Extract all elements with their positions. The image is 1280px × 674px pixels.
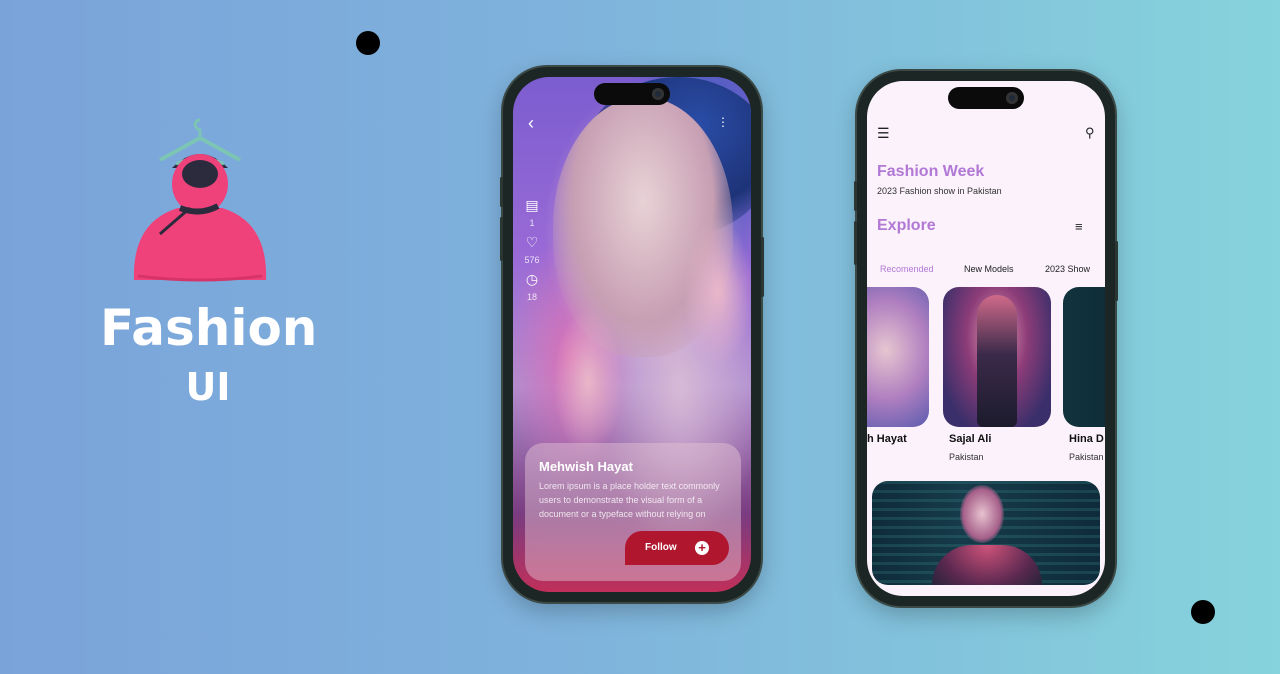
- photo-hand-left: [553, 307, 623, 457]
- side-button: [854, 181, 857, 211]
- model-country: Pakistan: [1069, 452, 1104, 462]
- model-card[interactable]: [867, 287, 929, 427]
- brand-title: Fashion: [100, 299, 318, 357]
- dress-hanger-logo-icon: [133, 118, 267, 282]
- model-name: Sajal Ali: [949, 433, 992, 445]
- plus-icon: +: [695, 541, 709, 555]
- filter-icon[interactable]: ≡: [1075, 219, 1083, 234]
- decor-dot-top: [356, 31, 380, 55]
- featured-banner[interactable]: [872, 481, 1100, 585]
- model-card[interactable]: [943, 287, 1051, 427]
- camera-notch: [948, 87, 1024, 109]
- search-icon[interactable]: ⚲: [1085, 125, 1095, 141]
- comment-count: 1: [529, 218, 535, 228]
- side-button: [1115, 241, 1118, 301]
- page-title: Fashion Week: [877, 163, 985, 180]
- tab-2023-show[interactable]: 2023 Show: [1045, 264, 1090, 274]
- heart-icon[interactable]: ♡: [520, 234, 544, 251]
- tab-new-models[interactable]: New Models: [964, 264, 1014, 274]
- follow-label: Follow: [645, 542, 677, 553]
- side-button: [854, 221, 857, 265]
- model-name: h Hayat: [867, 433, 907, 445]
- model-figure: [977, 295, 1017, 427]
- model-name: Hina D: [1069, 433, 1104, 445]
- model-name: Mehwish Hayat: [539, 459, 633, 474]
- side-button: [761, 237, 764, 297]
- model-info-card: Mehwish Hayat Lorem ipsum is a place hol…: [525, 443, 741, 581]
- brand-subtitle: UI: [185, 365, 231, 409]
- side-button: [500, 217, 503, 261]
- like-count: 576: [524, 255, 540, 265]
- clock-icon[interactable]: ◷: [520, 271, 544, 288]
- tab-recomended[interactable]: Recomended: [880, 264, 934, 274]
- side-button: [500, 177, 503, 207]
- banner-figure: [960, 485, 1004, 543]
- comment-icon[interactable]: ▤: [520, 197, 544, 214]
- model-card[interactable]: [1063, 287, 1105, 427]
- menu-icon[interactable]: ☰: [877, 125, 890, 142]
- page-subtitle: 2023 Fashion show in Pakistan: [877, 186, 1002, 196]
- detail-screen: ‹ ⋮ ▤ 1 ♡ 576 ◷ 18 Mehwish Hayat Lorem i…: [513, 77, 751, 592]
- back-icon[interactable]: ‹: [519, 113, 543, 134]
- more-icon[interactable]: ⋮: [711, 115, 735, 129]
- decor-dot-bottom: [1191, 600, 1215, 624]
- model-country: Pakistan: [949, 452, 984, 462]
- photo-hand-right: [683, 217, 751, 367]
- section-title: Explore: [877, 217, 936, 234]
- follow-button[interactable]: Follow +: [625, 531, 729, 565]
- phone-detail: ‹ ⋮ ▤ 1 ♡ 576 ◷ 18 Mehwish Hayat Lorem i…: [500, 67, 764, 602]
- model-description: Lorem ipsum is a place holder text commo…: [539, 481, 720, 519]
- home-screen: ☰ ⚲ Fashion Week 2023 Fashion show in Pa…: [867, 81, 1105, 596]
- time-count: 18: [526, 292, 537, 302]
- camera-notch: [594, 83, 670, 105]
- phone-home: ☰ ⚲ Fashion Week 2023 Fashion show in Pa…: [854, 71, 1118, 606]
